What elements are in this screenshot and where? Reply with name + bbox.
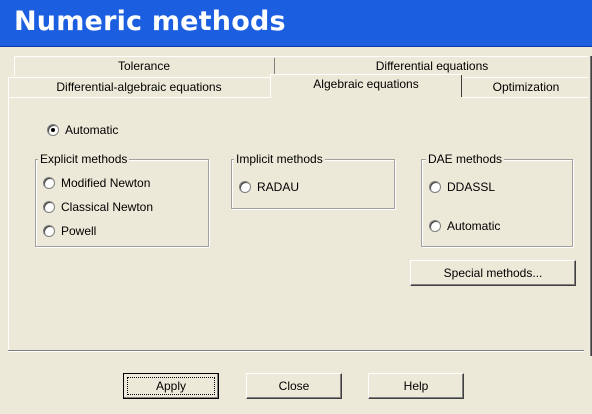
tab-algebraic-equations-label: Algebraic equations [313,77,419,91]
powell-radio[interactable]: Powell [43,224,96,238]
special-methods-button[interactable]: Special methods... [410,260,576,286]
tab-dae-label: Differential-algebraic equations [56,80,222,94]
tab-selected-right [461,75,462,97]
classical-newton-indicator [43,201,55,213]
panel-top-border [8,97,270,98]
dae-methods-group: DAE methods [421,152,573,247]
explicit-methods-title: Explicit methods [38,152,130,166]
bottom-separator-highlight [8,351,584,352]
tab-separator-top [274,58,275,75]
dae-automatic-indicator [429,220,441,232]
apply-button[interactable]: Apply [123,373,219,399]
dae-automatic-radio[interactable]: Automatic [429,219,500,233]
radau-radio[interactable]: RADAU [239,180,299,194]
dae-methods-title: DAE methods [426,152,505,166]
close-button[interactable]: Close [246,373,342,399]
close-label: Close [278,379,310,393]
modified-newton-label: Modified Newton [61,176,151,190]
tab-differential-equations-label: Differential equations [375,59,489,73]
automatic-radio-label: Automatic [65,123,119,137]
ddassl-radio[interactable]: DDASSL [429,180,495,194]
classical-newton-label: Classical Newton [61,200,154,214]
modified-newton-indicator [43,177,55,189]
panel-left-border [8,97,9,350]
apply-focus-rect [127,377,215,395]
ddassl-label: DDASSL [447,180,496,194]
powell-indicator [43,225,55,237]
radau-label: RADAU [257,180,300,194]
dae-automatic-label: Automatic [447,219,501,233]
modified-newton-radio[interactable]: Modified Newton [43,176,150,190]
tab-tolerance-label: Tolerance [117,59,171,73]
tab-dae[interactable]: Differential-algebraic equations [9,78,269,96]
tab-differential-equations[interactable]: Differential equations [276,57,588,75]
automatic-radio[interactable]: Automatic [47,123,118,137]
help-label: Help [403,379,429,393]
special-methods-label: Special methods... [443,266,543,280]
radau-indicator [239,181,251,193]
classical-newton-radio[interactable]: Classical Newton [43,200,153,214]
tab-algebraic-equations[interactable]: Algebraic equations [271,75,461,97]
title-bar: Numeric methods [0,0,592,47]
ddassl-indicator [429,181,441,193]
implicit-methods-title: Implicit methods [234,152,325,166]
automatic-radio-indicator [47,124,59,136]
panel-top-border-2 [462,97,588,98]
powell-label: Powell [61,224,97,238]
tab-optimization-label: Optimization [492,80,560,94]
tab-optimization[interactable]: Optimization [464,78,588,96]
window-title: Numeric methods [14,6,286,37]
help-button[interactable]: Help [368,373,464,399]
tab-tolerance[interactable]: Tolerance [15,57,273,75]
